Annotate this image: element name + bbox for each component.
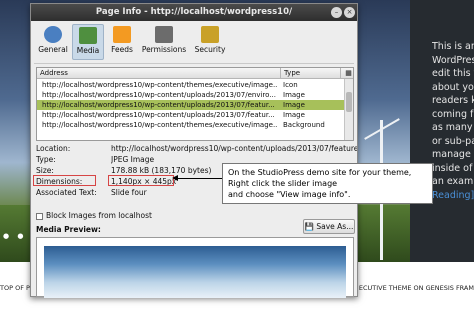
footer-right-text: ECUTIVE THEME ON GENESIS FRAM — [358, 284, 474, 292]
sidebar-text: This is an WordPress edit this t about y… — [432, 41, 474, 203]
table-row[interactable]: http://localhost/wordpress10/wp-content/… — [37, 120, 344, 130]
sidebar-link[interactable]: Reading] — [432, 189, 474, 203]
type-label: Type: — [36, 155, 56, 164]
table-row[interactable]: http://localhost/wordpress10/wp-content/… — [37, 110, 344, 120]
save-icon: 💾 — [304, 222, 314, 231]
media-icon — [79, 27, 97, 44]
associated-text-label: Associated Text: — [36, 188, 97, 197]
save-as-button[interactable]: 💾 Save As... — [303, 219, 355, 234]
table-scrollbar[interactable] — [344, 79, 353, 140]
tab-feeds[interactable]: Feeds — [107, 24, 137, 60]
column-header-address[interactable]: Address — [37, 68, 68, 79]
location-label: Location: — [36, 144, 71, 153]
rss-icon — [113, 26, 131, 43]
tab-media[interactable]: Media — [72, 24, 104, 60]
table-header: Address Type ▦ — [37, 68, 353, 79]
table-row[interactable]: http://localhost/wordpress10/wp-content/… — [37, 90, 344, 100]
window-title: Page Info - http://localhost/wordpress10… — [95, 7, 293, 17]
toolbar-divider — [34, 63, 354, 64]
preview-image — [44, 246, 346, 298]
location-value: http://localhost/wordpress10/wp-content/… — [111, 144, 357, 153]
table-row[interactable]: http://localhost/wordpress10/wp-content/… — [37, 80, 344, 90]
media-preview-label: Media Preview: — [36, 225, 101, 234]
info-icon — [44, 26, 62, 43]
callout-arrow — [176, 178, 223, 179]
dimensions-value-highlight — [108, 175, 174, 186]
page-info-window: Page Info - http://localhost/wordpress10… — [30, 3, 358, 298]
close-button[interactable]: × — [344, 7, 355, 18]
lock-icon — [201, 26, 219, 43]
tab-security[interactable]: Security — [192, 24, 228, 60]
footer-left-text: TOP OF P — [0, 284, 30, 292]
dimensions-label-highlight — [33, 175, 96, 186]
callout-arrowhead — [172, 175, 178, 181]
media-table: Address Type ▦ http://localhost/wordpres… — [36, 67, 354, 141]
tab-general[interactable]: General — [37, 24, 69, 60]
column-header-type[interactable]: Type — [280, 68, 300, 79]
permissions-icon — [155, 26, 173, 43]
minimize-button[interactable]: – — [331, 7, 342, 18]
column-picker-icon[interactable]: ▦ — [340, 68, 353, 79]
table-row-selected[interactable]: http://localhost/wordpress10/wp-content/… — [37, 100, 344, 110]
media-preview — [36, 237, 354, 298]
scrollbar-thumb[interactable] — [346, 92, 352, 112]
block-images-checkbox[interactable] — [36, 213, 43, 220]
page-info-toolbar: General Media Feeds Permissions Security — [35, 24, 353, 62]
tab-permissions[interactable]: Permissions — [139, 24, 189, 60]
window-titlebar[interactable]: Page Info - http://localhost/wordpress10… — [31, 4, 357, 21]
instruction-callout: On the StudioPress demo site for your th… — [222, 163, 433, 204]
block-images-label[interactable]: Block Images from localhost — [46, 211, 152, 220]
size-label: Size: — [36, 166, 54, 175]
